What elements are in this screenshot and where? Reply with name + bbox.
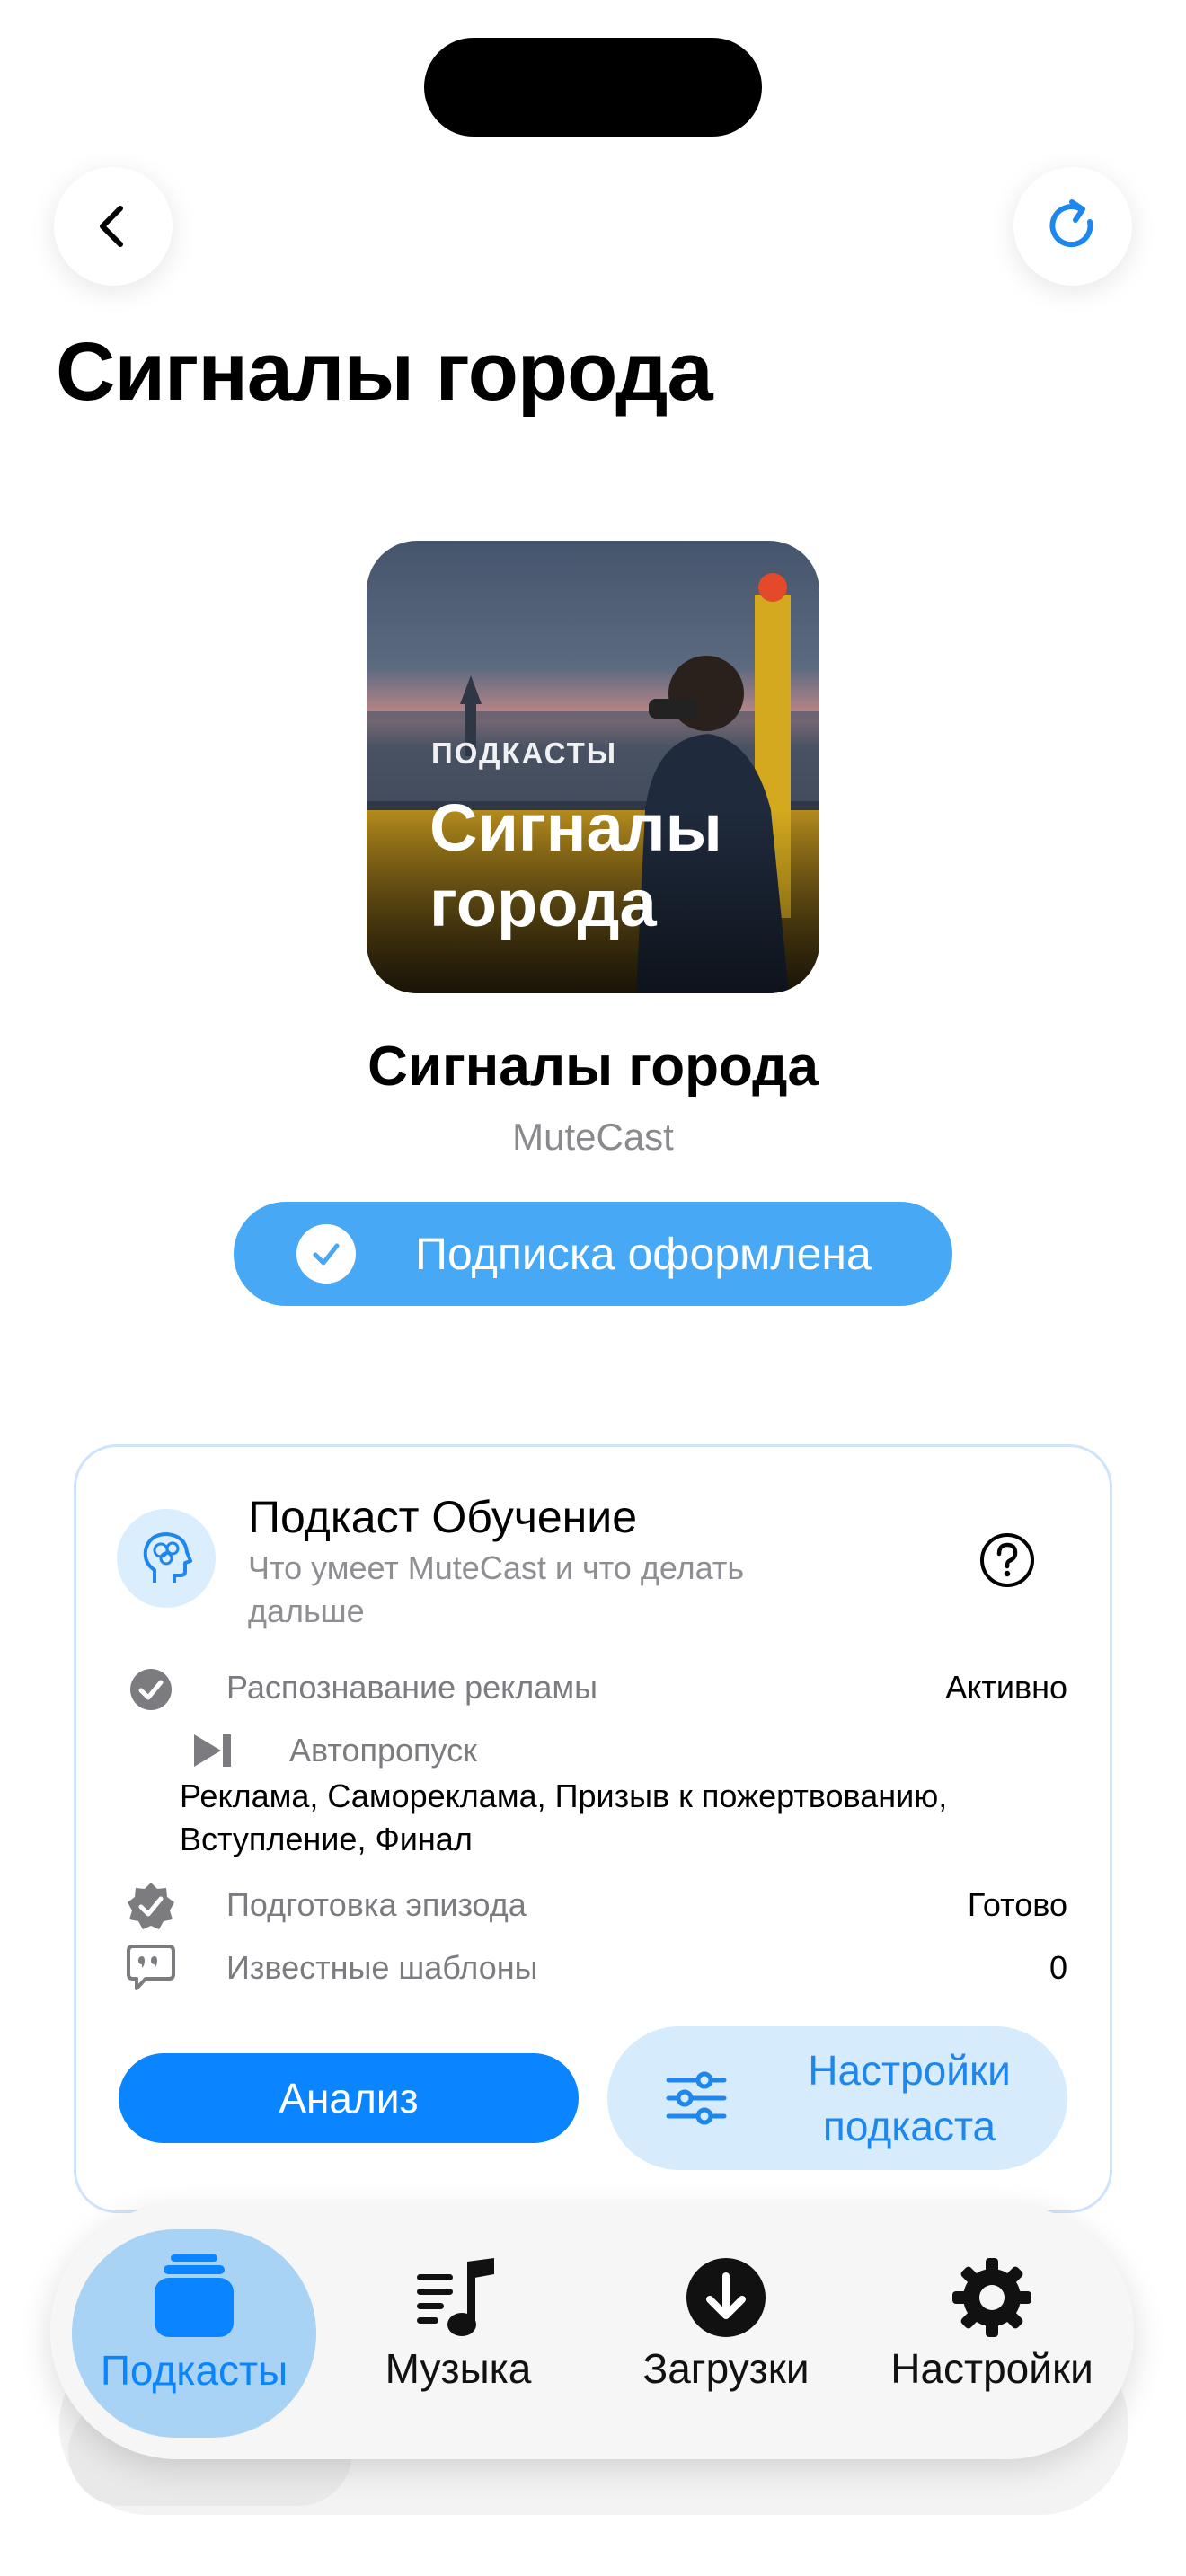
tab-settings-label: Настройки bbox=[890, 2345, 1093, 2392]
tab-downloads[interactable]: Загрузки bbox=[607, 2204, 845, 2459]
music-list-icon bbox=[417, 2258, 494, 2336]
tab-podcasts-label: Подкасты bbox=[100, 2347, 288, 2394]
tab-downloads-label: Загрузки bbox=[642, 2345, 810, 2392]
checkmark-icon bbox=[296, 1224, 356, 1284]
dynamic-island bbox=[424, 38, 762, 137]
download-circle-icon bbox=[686, 2258, 766, 2337]
subscribed-button[interactable]: Подписка оформлена bbox=[234, 1202, 952, 1306]
card-subtitle: Что умеет MuteCast и что делать дальше bbox=[248, 1549, 745, 1629]
gear-icon bbox=[952, 2258, 1031, 2337]
episode-prep-value: Готово bbox=[967, 1886, 1067, 1923]
skip-forward-icon bbox=[194, 1734, 231, 1767]
episode-prep-label: Подготовка эпизода bbox=[226, 1886, 527, 1923]
podcasts-stack-icon bbox=[155, 2254, 234, 2337]
refresh-icon bbox=[1049, 199, 1093, 248]
known-patterns-label: Известные шаблоны bbox=[226, 1949, 538, 1986]
page-title: Сигналы города bbox=[56, 326, 713, 418]
question-mark-icon[interactable] bbox=[979, 1532, 1035, 1588]
analyze-label: Анализ bbox=[279, 2075, 419, 2122]
refresh-button[interactable] bbox=[1013, 167, 1132, 286]
brain-head-icon bbox=[117, 1509, 216, 1608]
cover-title: Сигналы города bbox=[429, 790, 722, 940]
tab-settings[interactable]: Настройки bbox=[868, 2204, 1116, 2459]
analyze-button[interactable]: Анализ bbox=[119, 2053, 579, 2143]
quote-bubble-icon bbox=[127, 1945, 175, 1990]
autoskip-categories: Реклама, Самореклама, Призыв к пожертвов… bbox=[180, 1778, 948, 1857]
known-patterns-value: 0 bbox=[1049, 1949, 1067, 1986]
podcast-cover: ПОДКАСТЫ Сигналы города bbox=[367, 541, 819, 993]
ad-detection-value: Активно bbox=[945, 1669, 1067, 1706]
chevron-left-icon bbox=[100, 206, 123, 247]
checkmark-circle-icon bbox=[130, 1669, 172, 1710]
sliders-icon bbox=[666, 2071, 727, 2125]
podcast-settings-label: Настройки подкаста bbox=[808, 2047, 1011, 2149]
podcast-author[interactable]: MuteCast bbox=[0, 1116, 1186, 1159]
ad-detection-label: Распознавание рекламы bbox=[226, 1669, 597, 1706]
back-button[interactable] bbox=[54, 167, 173, 286]
podcast-name: Сигналы города bbox=[367, 1036, 819, 1098]
podcast-settings-button[interactable]: Настройки подкаста bbox=[607, 2026, 1067, 2170]
cover-eyebrow: ПОДКАСТЫ bbox=[431, 737, 618, 770]
card-title: Подкаст Обучение bbox=[248, 1492, 638, 1542]
autoskip-label: Автопропуск bbox=[289, 1732, 477, 1769]
tab-podcasts[interactable]: Подкасты bbox=[72, 2204, 316, 2459]
tab-music[interactable]: Музыка bbox=[341, 2204, 575, 2459]
checkmark-seal-icon bbox=[128, 1883, 174, 1929]
subscribed-label: Подписка оформлена bbox=[415, 1229, 872, 1279]
tab-music-label: Музыка bbox=[385, 2345, 532, 2392]
